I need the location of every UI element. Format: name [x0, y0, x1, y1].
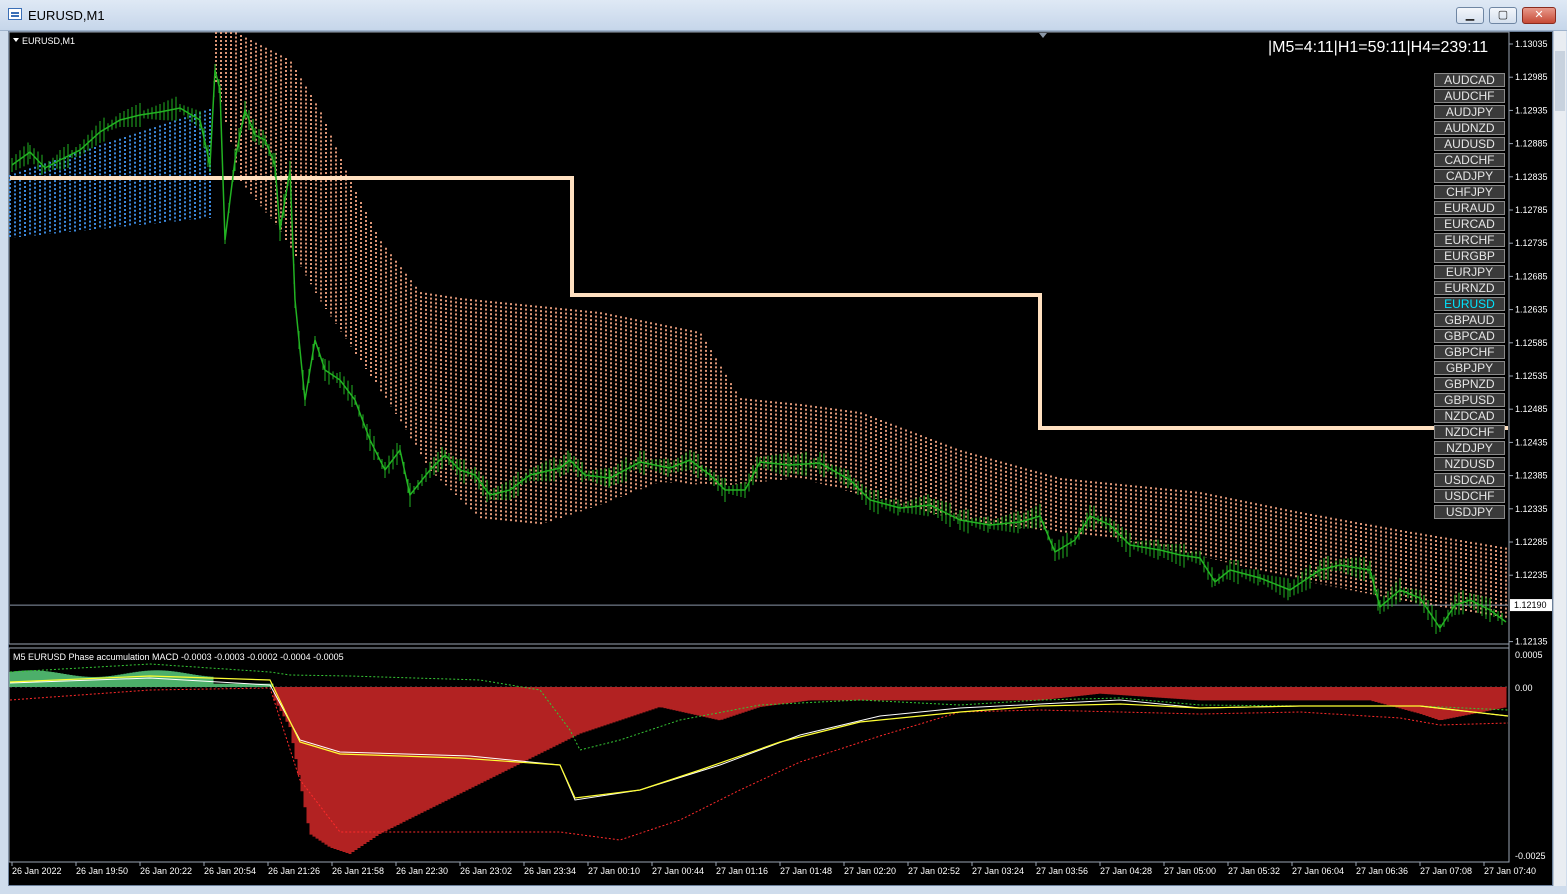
time-axis-label: 26 Jan 22:30 [396, 866, 448, 876]
time-axis-label: 27 Jan 00:44 [652, 866, 704, 876]
price-axis-label: 1.12985 [1515, 72, 1548, 82]
symbol-button-euraud[interactable]: EURAUD [1434, 201, 1505, 215]
time-axis-label: 27 Jan 02:20 [844, 866, 896, 876]
symbol-button-audnzd[interactable]: AUDNZD [1434, 121, 1505, 135]
price-axis-label: 1.12885 [1515, 139, 1548, 149]
symbol-button-eurchf[interactable]: EURCHF [1434, 233, 1505, 247]
symbol-button-nzdcad[interactable]: NZDCAD [1434, 409, 1505, 423]
time-axis-label: 26 Jan 2022 [12, 866, 62, 876]
symbol-button-gbpchf[interactable]: GBPCHF [1434, 345, 1505, 359]
time-axis-label: 27 Jan 01:16 [716, 866, 768, 876]
symbol-button-eurgbp[interactable]: EURGBP [1434, 249, 1505, 263]
time-axis-label: 26 Jan 21:26 [268, 866, 320, 876]
symbol-button-cadchf[interactable]: CADCHF [1434, 153, 1505, 167]
time-axis-label: 27 Jan 07:40 [1484, 866, 1536, 876]
symbol-button-usdchf[interactable]: USDCHF [1434, 489, 1505, 503]
time-axis-label: 26 Jan 21:58 [332, 866, 384, 876]
time-axis-label: 27 Jan 06:36 [1356, 866, 1408, 876]
main-price-pane[interactable] [8, 31, 1510, 645]
symbol-button-eurusd[interactable]: EURUSD [1434, 297, 1505, 311]
price-axis-label: 1.12135 [1515, 637, 1548, 647]
symbol-button-eurnzd[interactable]: EURNZD [1434, 281, 1505, 295]
time-axis-label: 26 Jan 19:50 [76, 866, 128, 876]
symbol-button-audchf[interactable]: AUDCHF [1434, 89, 1505, 103]
indicator-level-label: 0.0005 [1515, 650, 1543, 660]
time-axis-label: 27 Jan 07:08 [1420, 866, 1472, 876]
price-axis-label: 1.12785 [1515, 205, 1548, 215]
price-axis-label: 1.12635 [1515, 305, 1548, 315]
symbol-button-nzdchf[interactable]: NZDCHF [1434, 425, 1505, 439]
indicator-level-label: -0.0025 [1515, 851, 1546, 861]
time-axis-label: 27 Jan 05:32 [1228, 866, 1280, 876]
price-axis-label: 1.12585 [1515, 338, 1548, 348]
time-axis-label: 26 Jan 23:02 [460, 866, 512, 876]
dropdown-arrow-icon[interactable] [13, 38, 19, 42]
lower-band-line [9, 687, 1509, 841]
time-axis-label: 26 Jan 23:34 [524, 866, 576, 876]
price-axis-label: 1.12685 [1515, 271, 1548, 281]
symbol-button-usdcad[interactable]: USDCAD [1434, 473, 1505, 487]
price-axis-label: 1.12335 [1515, 504, 1548, 514]
current-price-label: 1.12190 [1514, 600, 1547, 610]
time-axis-label: 27 Jan 03:24 [972, 866, 1024, 876]
symbol-button-gbpnzd[interactable]: GBPNZD [1434, 377, 1505, 391]
price-axis-label: 1.12485 [1515, 404, 1548, 414]
symbol-button-audcad[interactable]: AUDCAD [1434, 73, 1505, 87]
price-chart-canvas: EURUSD,M1 1.13035 1.12985 1.12935 1.12885 1.1… [8, 31, 1552, 876]
higher-timeframe-level-line [10, 176, 1508, 430]
symbol-timeframe-label: EURUSD,M1 [22, 36, 75, 46]
indicator-pane[interactable] [8, 647, 1510, 863]
symbol-button-gbpaud[interactable]: GBPAUD [1434, 313, 1505, 327]
time-axis-label: 26 Jan 20:22 [140, 866, 192, 876]
symbol-button-usdjpy[interactable]: USDJPY [1434, 505, 1505, 519]
price-axis-label: 1.12835 [1515, 172, 1548, 182]
symbol-button-eurcad[interactable]: EURCAD [1434, 217, 1505, 231]
timeframe-countdown: |M5=4:11|H1=59:11|H4=239:11 [1268, 39, 1489, 56]
time-axis-label: 27 Jan 03:56 [1036, 866, 1088, 876]
symbol-button-chfjpy[interactable]: CHFJPY [1434, 185, 1505, 199]
indicator-label: M5 EURUSD Phase accumulation MACD -0.000… [13, 652, 344, 662]
time-axis-label: 27 Jan 05:00 [1164, 866, 1216, 876]
symbol-button-audjpy[interactable]: AUDJPY [1434, 105, 1505, 119]
symbol-button-cadjpy[interactable]: CADJPY [1434, 169, 1505, 183]
time-axis-label: 27 Jan 02:52 [908, 866, 960, 876]
price-axis-label: 1.12735 [1515, 238, 1548, 248]
chart-shift-marker-icon[interactable] [1039, 33, 1047, 38]
time-axis-label: 27 Jan 00:10 [588, 866, 640, 876]
time-axis-label: 27 Jan 01:48 [780, 866, 832, 876]
symbol-button-gbpusd[interactable]: GBPUSD [1434, 393, 1505, 407]
symbol-button-audusd[interactable]: AUDUSD [1434, 137, 1505, 151]
symbol-button-nzdjpy[interactable]: NZDJPY [1434, 441, 1505, 455]
time-axis-label: 26 Jan 20:54 [204, 866, 256, 876]
time-axis-label: 27 Jan 04:28 [1100, 866, 1152, 876]
symbol-button-eurjpy[interactable]: EURJPY [1434, 265, 1505, 279]
price-axis-label: 1.12435 [1515, 437, 1548, 447]
price-axis-label: 1.12385 [1515, 471, 1548, 481]
price-axis-label: 1.12235 [1515, 570, 1548, 580]
time-axis-label: 27 Jan 06:04 [1292, 866, 1344, 876]
price-axis-label: 1.12935 [1515, 105, 1548, 115]
price-axis-label: 1.12285 [1515, 537, 1548, 547]
symbol-button-gbpcad[interactable]: GBPCAD [1434, 329, 1505, 343]
indicator-level-label: 0.00 [1515, 683, 1533, 693]
symbol-button-nzdusd[interactable]: NZDUSD [1434, 457, 1505, 471]
price-axis-label: 1.13035 [1515, 39, 1548, 49]
symbol-button-gbpjpy[interactable]: GBPJPY [1434, 361, 1505, 375]
price-axis-label: 1.12535 [1515, 371, 1548, 381]
